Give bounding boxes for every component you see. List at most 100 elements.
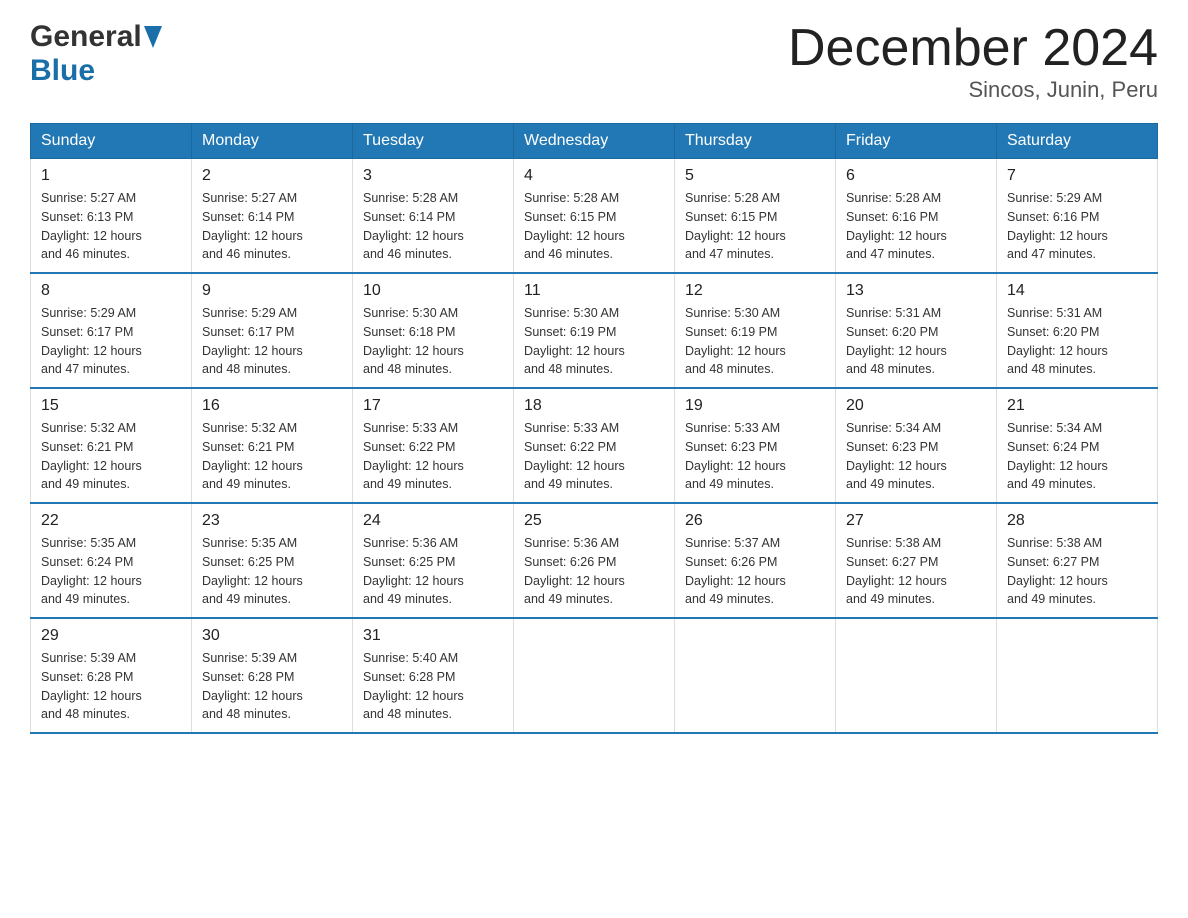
day-number: 26 xyxy=(685,512,825,530)
day-number: 9 xyxy=(202,282,342,300)
calendar-cell: 12 Sunrise: 5:30 AM Sunset: 6:19 PM Dayli… xyxy=(675,273,836,388)
day-number: 18 xyxy=(524,397,664,415)
calendar-cell: 17 Sunrise: 5:33 AM Sunset: 6:22 PM Dayli… xyxy=(353,388,514,503)
day-number: 10 xyxy=(363,282,503,300)
day-number: 4 xyxy=(524,167,664,185)
calendar-cell: 11 Sunrise: 5:30 AM Sunset: 6:19 PM Dayli… xyxy=(514,273,675,388)
day-number: 14 xyxy=(1007,282,1147,300)
day-info: Sunrise: 5:27 AM Sunset: 6:13 PM Dayligh… xyxy=(41,189,181,264)
calendar-cell xyxy=(836,618,997,733)
calendar-cell: 13Sunrise: 5:31 AM Sunset: 6:20 PM Dayli… xyxy=(836,273,997,388)
day-info: Sunrise: 5:38 AM Sunset: 6:27 PM Dayligh… xyxy=(1007,534,1147,609)
calendar-cell: 5Sunrise: 5:28 AM Sunset: 6:15 PM Daylig… xyxy=(675,159,836,274)
title-block: December 2024 Sincos, Junin, Peru xyxy=(788,20,1158,103)
day-info: Sunrise: 5:36 AM Sunset: 6:26 PM Dayligh… xyxy=(524,534,664,609)
logo-general-text: General xyxy=(30,20,142,54)
header-sunday: Sunday xyxy=(31,124,192,159)
logo-arrow-icon xyxy=(144,26,162,48)
day-number: 16 xyxy=(202,397,342,415)
calendar-cell: 10Sunrise: 5:30 AM Sunset: 6:18 PM Dayli… xyxy=(353,273,514,388)
calendar-cell: 29 Sunrise: 5:39 AM Sunset: 6:28 PM Dayli… xyxy=(31,618,192,733)
day-info: Sunrise: 5:29 AM Sunset: 6:17 PM Dayligh… xyxy=(41,304,181,379)
calendar-cell: 27 Sunrise: 5:38 AM Sunset: 6:27 PM Dayli… xyxy=(836,503,997,618)
calendar-title: December 2024 xyxy=(788,20,1158,77)
calendar-cell: 18 Sunrise: 5:33 AM Sunset: 6:22 PM Dayli… xyxy=(514,388,675,503)
day-number: 13 xyxy=(846,282,986,300)
day-number: 21 xyxy=(1007,397,1147,415)
header-thursday: Thursday xyxy=(675,124,836,159)
calendar-cell xyxy=(514,618,675,733)
calendar-week-row: 1Sunrise: 5:27 AM Sunset: 6:13 PM Daylig… xyxy=(31,159,1158,274)
calendar-cell: 14 Sunrise: 5:31 AM Sunset: 6:20 PM Dayli… xyxy=(997,273,1158,388)
day-info: Sunrise: 5:28 AM Sunset: 6:14 PM Dayligh… xyxy=(363,189,503,264)
day-number: 6 xyxy=(846,167,986,185)
calendar-cell: 24 Sunrise: 5:36 AM Sunset: 6:25 PM Dayli… xyxy=(353,503,514,618)
calendar-cell: 15 Sunrise: 5:32 AM Sunset: 6:21 PM Dayli… xyxy=(31,388,192,503)
day-info: Sunrise: 5:29 AM Sunset: 6:16 PM Dayligh… xyxy=(1007,189,1147,264)
calendar-cell: 9 Sunrise: 5:29 AM Sunset: 6:17 PM Daylig… xyxy=(192,273,353,388)
day-info: Sunrise: 5:28 AM Sunset: 6:16 PM Dayligh… xyxy=(846,189,986,264)
calendar-cell: 20Sunrise: 5:34 AM Sunset: 6:23 PM Dayli… xyxy=(836,388,997,503)
day-info: Sunrise: 5:38 AM Sunset: 6:27 PM Dayligh… xyxy=(846,534,986,609)
calendar-cell xyxy=(675,618,836,733)
calendar-cell xyxy=(997,618,1158,733)
header-friday: Friday xyxy=(836,124,997,159)
day-number: 7 xyxy=(1007,167,1147,185)
day-number: 31 xyxy=(363,627,503,645)
day-info: Sunrise: 5:32 AM Sunset: 6:21 PM Dayligh… xyxy=(202,419,342,494)
logo-blue-text: Blue xyxy=(30,54,95,87)
calendar-cell: 31 Sunrise: 5:40 AM Sunset: 6:28 PM Dayli… xyxy=(353,618,514,733)
calendar-week-row: 29 Sunrise: 5:39 AM Sunset: 6:28 PM Dayli… xyxy=(31,618,1158,733)
calendar-cell: 19Sunrise: 5:33 AM Sunset: 6:23 PM Dayli… xyxy=(675,388,836,503)
header-saturday: Saturday xyxy=(997,124,1158,159)
calendar-cell: 23 Sunrise: 5:35 AM Sunset: 6:25 PM Dayli… xyxy=(192,503,353,618)
day-info: Sunrise: 5:35 AM Sunset: 6:24 PM Dayligh… xyxy=(41,534,181,609)
day-info: Sunrise: 5:33 AM Sunset: 6:22 PM Dayligh… xyxy=(363,419,503,494)
day-number: 17 xyxy=(363,397,503,415)
day-number: 3 xyxy=(363,167,503,185)
calendar-cell: 4Sunrise: 5:28 AM Sunset: 6:15 PM Daylig… xyxy=(514,159,675,274)
page-header: General Blue December 2024 Sincos, Junin… xyxy=(30,20,1158,103)
day-number: 5 xyxy=(685,167,825,185)
day-info: Sunrise: 5:34 AM Sunset: 6:23 PM Dayligh… xyxy=(846,419,986,494)
calendar-cell: 30Sunrise: 5:39 AM Sunset: 6:28 PM Dayli… xyxy=(192,618,353,733)
day-info: Sunrise: 5:36 AM Sunset: 6:25 PM Dayligh… xyxy=(363,534,503,609)
calendar-cell: 2Sunrise: 5:27 AM Sunset: 6:14 PM Daylig… xyxy=(192,159,353,274)
day-number: 8 xyxy=(41,282,181,300)
day-number: 2 xyxy=(202,167,342,185)
day-info: Sunrise: 5:37 AM Sunset: 6:26 PM Dayligh… xyxy=(685,534,825,609)
day-info: Sunrise: 5:33 AM Sunset: 6:23 PM Dayligh… xyxy=(685,419,825,494)
day-number: 15 xyxy=(41,397,181,415)
day-info: Sunrise: 5:31 AM Sunset: 6:20 PM Dayligh… xyxy=(1007,304,1147,379)
calendar-cell: 8 Sunrise: 5:29 AM Sunset: 6:17 PM Daylig… xyxy=(31,273,192,388)
day-info: Sunrise: 5:39 AM Sunset: 6:28 PM Dayligh… xyxy=(41,649,181,724)
calendar-table: SundayMondayTuesdayWednesdayThursdayFrid… xyxy=(30,123,1158,734)
day-number: 11 xyxy=(524,282,664,300)
day-info: Sunrise: 5:29 AM Sunset: 6:17 PM Dayligh… xyxy=(202,304,342,379)
day-info: Sunrise: 5:30 AM Sunset: 6:19 PM Dayligh… xyxy=(524,304,664,379)
calendar-cell: 6 Sunrise: 5:28 AM Sunset: 6:16 PM Daylig… xyxy=(836,159,997,274)
calendar-header-row: SundayMondayTuesdayWednesdayThursdayFrid… xyxy=(31,124,1158,159)
day-number: 12 xyxy=(685,282,825,300)
calendar-subtitle: Sincos, Junin, Peru xyxy=(788,77,1158,103)
day-number: 22 xyxy=(41,512,181,530)
day-info: Sunrise: 5:30 AM Sunset: 6:19 PM Dayligh… xyxy=(685,304,825,379)
header-monday: Monday xyxy=(192,124,353,159)
calendar-week-row: 15 Sunrise: 5:32 AM Sunset: 6:21 PM Dayli… xyxy=(31,388,1158,503)
day-number: 24 xyxy=(363,512,503,530)
calendar-cell: 1Sunrise: 5:27 AM Sunset: 6:13 PM Daylig… xyxy=(31,159,192,274)
day-info: Sunrise: 5:33 AM Sunset: 6:22 PM Dayligh… xyxy=(524,419,664,494)
calendar-cell: 21 Sunrise: 5:34 AM Sunset: 6:24 PM Dayli… xyxy=(997,388,1158,503)
day-number: 27 xyxy=(846,512,986,530)
day-info: Sunrise: 5:40 AM Sunset: 6:28 PM Dayligh… xyxy=(363,649,503,724)
day-info: Sunrise: 5:32 AM Sunset: 6:21 PM Dayligh… xyxy=(41,419,181,494)
calendar-cell: 3 Sunrise: 5:28 AM Sunset: 6:14 PM Daylig… xyxy=(353,159,514,274)
header-wednesday: Wednesday xyxy=(514,124,675,159)
day-info: Sunrise: 5:35 AM Sunset: 6:25 PM Dayligh… xyxy=(202,534,342,609)
day-number: 23 xyxy=(202,512,342,530)
calendar-cell: 7 Sunrise: 5:29 AM Sunset: 6:16 PM Daylig… xyxy=(997,159,1158,274)
day-number: 29 xyxy=(41,627,181,645)
logo: General Blue xyxy=(30,20,162,88)
calendar-week-row: 8 Sunrise: 5:29 AM Sunset: 6:17 PM Daylig… xyxy=(31,273,1158,388)
day-info: Sunrise: 5:34 AM Sunset: 6:24 PM Dayligh… xyxy=(1007,419,1147,494)
